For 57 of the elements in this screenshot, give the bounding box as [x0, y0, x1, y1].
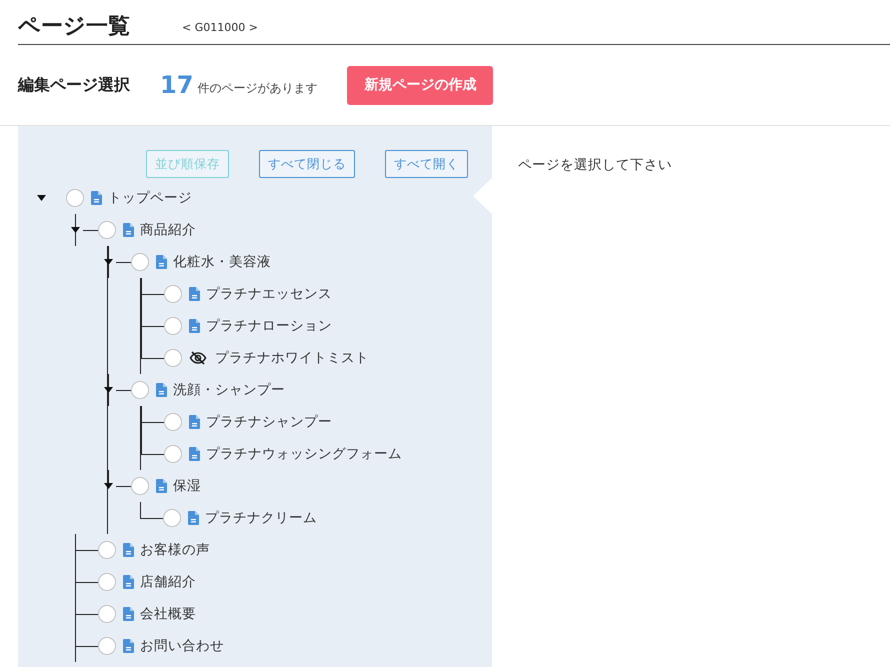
- file-icon: [156, 383, 167, 397]
- file-icon: [156, 255, 167, 269]
- eye-off-icon: [189, 351, 207, 365]
- page-title[interactable]: プラチナクリーム: [205, 508, 317, 528]
- section-heading: 編集ページ選択: [18, 74, 130, 96]
- page-count-label: 件のページがあります: [197, 80, 318, 97]
- page-title[interactable]: プラチナエッセンス: [206, 284, 332, 304]
- page-title[interactable]: プラチナホワイトミスト: [215, 348, 369, 368]
- radio-button[interactable]: [98, 221, 116, 239]
- page-title[interactable]: プラチナローション: [206, 316, 332, 336]
- page-title[interactable]: トップページ: [108, 188, 192, 208]
- page-title[interactable]: プラチナシャンプー: [206, 412, 332, 432]
- file-icon: [123, 223, 134, 237]
- page-title[interactable]: お問い合わせ: [140, 636, 224, 656]
- radio-button[interactable]: [164, 413, 182, 431]
- page-title[interactable]: 商品紹介: [140, 220, 196, 240]
- file-icon: [123, 639, 134, 653]
- radio-button[interactable]: [163, 509, 181, 527]
- file-icon: [91, 191, 102, 205]
- caret-icon[interactable]: [37, 195, 46, 201]
- file-icon: [189, 287, 200, 301]
- radio-button[interactable]: [66, 189, 84, 207]
- radio-button[interactable]: [164, 317, 182, 335]
- file-icon: [123, 543, 134, 557]
- radio-button[interactable]: [164, 445, 182, 463]
- file-icon: [123, 607, 134, 621]
- file-icon: [189, 415, 200, 429]
- caret-icon[interactable]: [71, 227, 80, 233]
- caret-icon[interactable]: [104, 483, 113, 489]
- file-icon: [189, 319, 200, 333]
- caret-icon[interactable]: [104, 259, 113, 265]
- page-count: 17: [160, 73, 194, 97]
- radio-button[interactable]: [164, 349, 182, 367]
- file-icon: [188, 511, 199, 525]
- file-icon: [156, 479, 167, 493]
- file-icon: [189, 447, 200, 461]
- radio-button[interactable]: [131, 253, 149, 271]
- radio-button[interactable]: [131, 381, 149, 399]
- page-title-heading: ページ一覧: [18, 16, 130, 38]
- page-title[interactable]: 店舗紹介: [140, 572, 196, 592]
- radio-button[interactable]: [98, 605, 116, 623]
- page-title[interactable]: お客様の声: [140, 540, 210, 560]
- page-title[interactable]: 保湿: [173, 476, 201, 496]
- radio-button[interactable]: [164, 285, 182, 303]
- page-title[interactable]: 会社概要: [140, 604, 196, 624]
- page-title[interactable]: 洗顔・シャンプー: [173, 380, 285, 400]
- page-title[interactable]: プラチナウォッシングフォーム: [206, 444, 402, 464]
- detail-message: ページを選択して下さい: [518, 157, 672, 173]
- file-icon: [123, 575, 134, 589]
- radio-button[interactable]: [98, 637, 116, 655]
- radio-button[interactable]: [98, 541, 116, 559]
- screen-code: < G011000 >: [182, 20, 258, 36]
- caret-icon[interactable]: [104, 387, 113, 393]
- page-title[interactable]: 化粧水・美容液: [173, 252, 271, 272]
- radio-button[interactable]: [131, 477, 149, 495]
- radio-button[interactable]: [98, 573, 116, 591]
- callout-pointer: [473, 178, 492, 214]
